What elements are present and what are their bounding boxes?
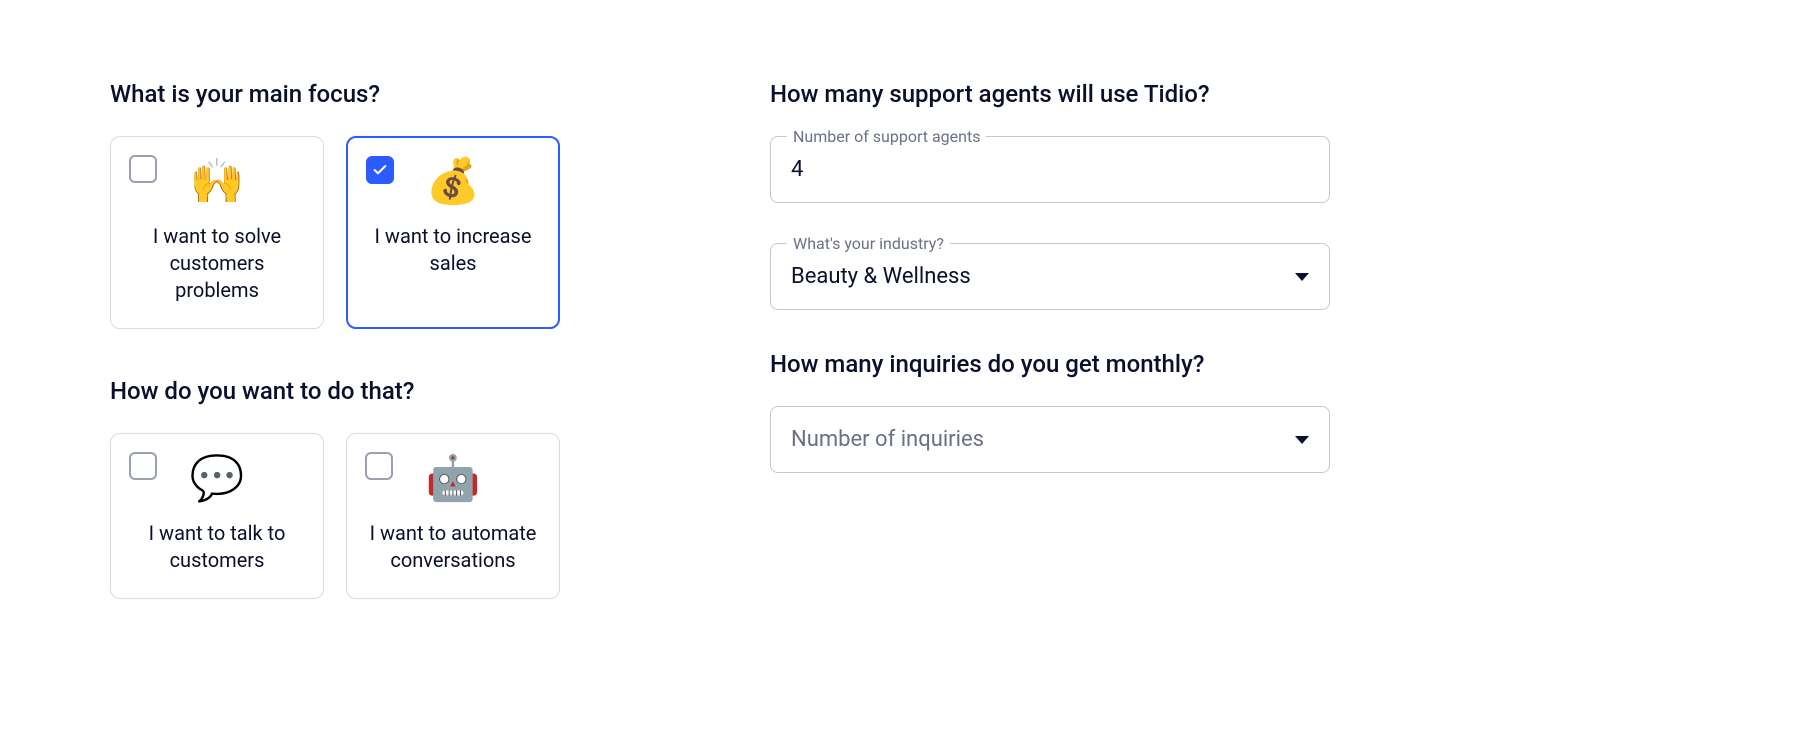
- card-label: I want to automate conversations: [363, 520, 543, 574]
- industry-select[interactable]: What's your industry? Beauty & Wellness: [770, 243, 1330, 310]
- question-main-focus: What is your main focus?: [110, 80, 710, 108]
- right-column: How many support agents will use Tidio? …: [770, 80, 1330, 599]
- question-inquiries: How many inquiries do you get monthly?: [770, 350, 1330, 378]
- industry-select-label: What's your industry?: [787, 234, 950, 253]
- method-card-automate[interactable]: 🤖 I want to automate conversations: [346, 433, 560, 599]
- card-label: I want to solve customers problems: [127, 223, 307, 304]
- checkbox-icon: [365, 452, 393, 480]
- inquiries-select-placeholder: Number of inquiries: [791, 427, 984, 452]
- question-how-to-do: How do you want to do that?: [110, 377, 710, 405]
- card-label: I want to talk to customers: [127, 520, 307, 574]
- chevron-down-icon: [1295, 273, 1309, 281]
- chevron-down-icon: [1295, 436, 1309, 444]
- inquiries-select[interactable]: Number of inquiries: [770, 406, 1330, 473]
- focus-card-increase-sales[interactable]: 💰 I want to increase sales: [346, 136, 560, 329]
- checkbox-icon: [129, 452, 157, 480]
- focus-card-solve-problems[interactable]: 🙌 I want to solve customers problems: [110, 136, 324, 329]
- robot-icon: 🤖: [426, 456, 481, 500]
- card-label: I want to increase sales: [363, 223, 543, 277]
- method-card-talk-customers[interactable]: 💬 I want to talk to customers: [110, 433, 324, 599]
- method-options: 💬 I want to talk to customers 🤖 I want t…: [110, 433, 710, 599]
- agents-input-value: 4: [791, 157, 1309, 182]
- left-column: What is your main focus? 🙌 I want to sol…: [110, 80, 710, 599]
- raised-hands-icon: 🙌: [190, 159, 245, 203]
- speech-bubble-icon: 💬: [190, 456, 245, 500]
- focus-options: 🙌 I want to solve customers problems 💰 I…: [110, 136, 710, 329]
- question-agents: How many support agents will use Tidio?: [770, 80, 1330, 108]
- agents-input-label: Number of support agents: [787, 127, 986, 146]
- money-bag-icon: 💰: [426, 159, 481, 203]
- checkbox-checked-icon: [366, 156, 394, 184]
- agents-input[interactable]: Number of support agents 4: [770, 136, 1330, 203]
- checkbox-icon: [129, 155, 157, 183]
- industry-select-value: Beauty & Wellness: [791, 264, 971, 289]
